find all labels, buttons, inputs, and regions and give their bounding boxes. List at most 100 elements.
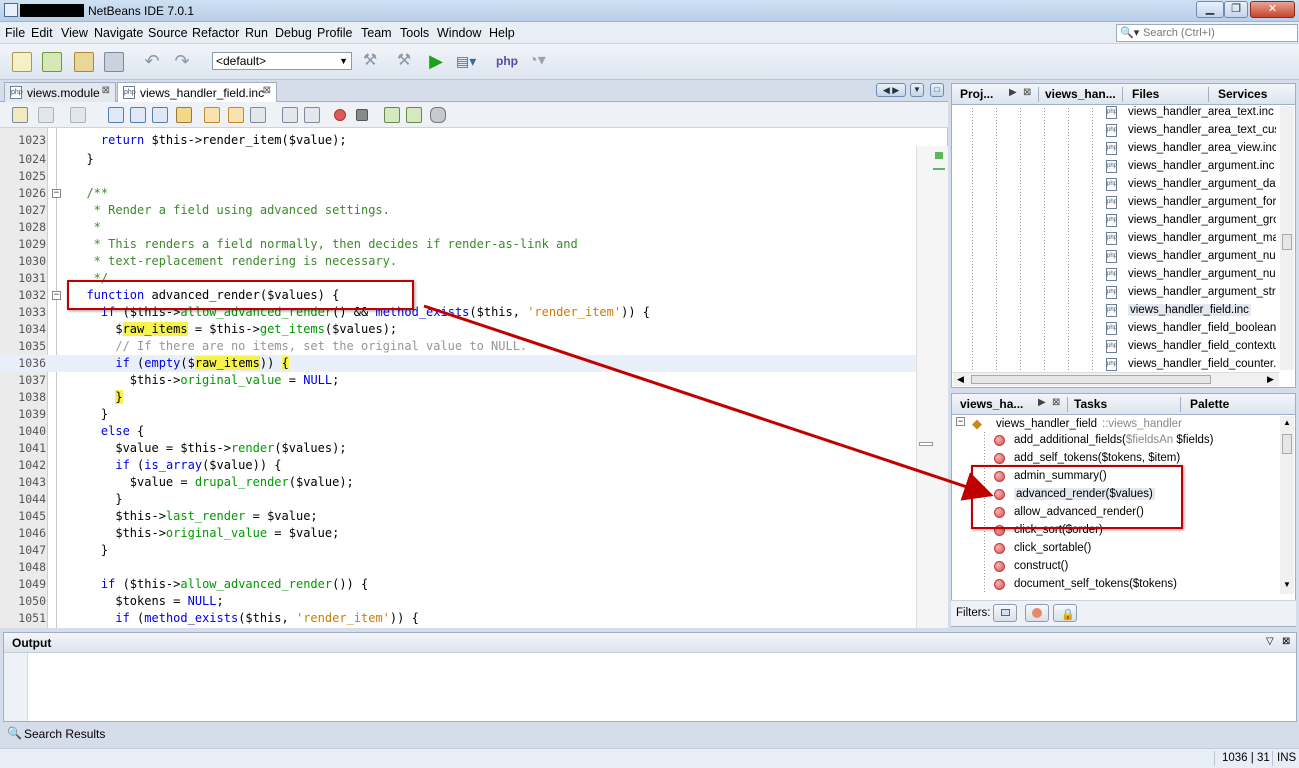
file-item[interactable]: php views_handler_area_text.inc [1106, 104, 1276, 122]
shift-right-icon[interactable] [304, 107, 320, 123]
comment-icon[interactable] [384, 107, 400, 123]
close-tab-icon[interactable]: ⊠ [1052, 397, 1060, 408]
tab-views-module[interactable]: php views.module ⊠ [4, 82, 116, 102]
fold-toggle-icon[interactable]: − [52, 189, 61, 198]
projects-vscrollbar[interactable] [1280, 106, 1294, 370]
scroll-tabs-button[interactable]: ◀ ▶ [876, 83, 906, 97]
tab-navigator-file[interactable]: views_han... [1045, 87, 1116, 101]
find-icon[interactable] [108, 107, 124, 123]
file-item[interactable]: phpviews_handler_area_text_custom.inc [1106, 122, 1276, 140]
scroll-thumb[interactable] [919, 442, 933, 446]
menu-source[interactable]: Source [148, 26, 188, 40]
panel-menu-icon[interactable]: ▽ [1266, 636, 1274, 647]
database-icon[interactable] [430, 107, 446, 123]
code-editor[interactable]: 1023 return $this->render_item($value); … [0, 128, 948, 628]
menu-run[interactable]: Run [245, 26, 268, 40]
file-item-selected[interactable]: php views_handler_field.inc [1106, 302, 1276, 320]
filter-inherited-button[interactable] [1025, 604, 1049, 622]
menu-tools[interactable]: Tools [400, 26, 429, 40]
save-all-icon[interactable] [104, 52, 124, 72]
close-tab-icon[interactable]: ⊠ [102, 85, 110, 96]
menu-help[interactable]: Help [489, 26, 515, 40]
toggle-bookmark-icon[interactable] [250, 107, 266, 123]
fold-toggle-icon[interactable]: − [52, 291, 61, 300]
new-project-icon[interactable] [42, 52, 62, 72]
navigator-root[interactable]: − ◆ views_handler_field::views_handler [956, 416, 1276, 434]
filter-private-button[interactable]: 🔒 [1053, 604, 1077, 622]
file-item[interactable]: phpviews_handler_field_boolean.inc [1106, 320, 1276, 338]
previous-occurrence-icon[interactable] [204, 107, 220, 123]
build-icon[interactable]: ⚒ [360, 52, 380, 72]
tab-navigator[interactable]: views_ha... [960, 397, 1023, 411]
scroll-thumb[interactable] [1282, 234, 1292, 250]
panel-menu-icon[interactable]: ▶ [1038, 397, 1046, 408]
php-icon[interactable]: php [496, 52, 518, 72]
file-item[interactable]: phpviews_handler_field_contextual_links.… [1106, 338, 1276, 356]
menu-refactor[interactable]: Refactor [192, 26, 239, 40]
close-tab-icon[interactable]: ⊠ [1023, 87, 1031, 98]
close-button[interactable]: ✕ [1250, 1, 1295, 18]
menu-edit[interactable]: Edit [31, 26, 53, 40]
navigator-vscrollbar[interactable]: ▲ ▼ [1280, 416, 1294, 594]
profile-icon[interactable]: ◔▾ [527, 52, 547, 72]
file-item[interactable]: phpviews_handler_argument_many_to_one.in… [1106, 230, 1276, 248]
configuration-select[interactable]: <default> ▼ [212, 52, 352, 70]
file-item[interactable]: phpviews_handler_argument_null.inc [1106, 248, 1276, 266]
file-item[interactable]: phpviews_handler_argument_date.inc [1106, 176, 1276, 194]
tab-palette[interactable]: Palette [1190, 397, 1229, 411]
search-results-tab[interactable]: 🔍 Search Results [0, 724, 300, 744]
tab-projects[interactable]: Proj... [960, 87, 993, 101]
run-icon[interactable]: ▶ [426, 52, 446, 72]
menu-window[interactable]: Window [437, 26, 481, 40]
menu-team[interactable]: Team [361, 26, 392, 40]
new-file-icon[interactable] [12, 52, 32, 72]
file-item[interactable]: phpviews_handler_argument_numeric.inc [1106, 266, 1276, 284]
maximize-editor-button[interactable]: □ [930, 83, 944, 97]
clean-build-icon[interactable]: ⚒ [394, 52, 414, 72]
menu-navigate[interactable]: Navigate [94, 26, 143, 40]
redo-icon[interactable]: ↷ [172, 52, 192, 72]
last-edit-icon[interactable] [12, 107, 28, 123]
tab-tasks[interactable]: Tasks [1074, 397, 1107, 411]
tab-services[interactable]: Services [1218, 87, 1267, 101]
search-input[interactable]: 🔍▾ Search (Ctrl+I) [1116, 24, 1298, 42]
menu-view[interactable]: View [61, 26, 88, 40]
scroll-thumb[interactable] [971, 375, 1211, 384]
shift-left-icon[interactable] [282, 107, 298, 123]
editor-scrollbar[interactable] [916, 146, 948, 628]
close-tab-icon[interactable]: ⊠ [263, 85, 271, 96]
close-output-icon[interactable]: ⊠ [1282, 636, 1290, 647]
file-item[interactable]: phpviews_handler_argument_formula.inc [1106, 194, 1276, 212]
file-item[interactable]: php views_handler_argument.inc [1106, 158, 1276, 176]
stop-macro-icon[interactable] [356, 109, 368, 121]
next-occurrence-icon[interactable] [228, 107, 244, 123]
scroll-left-icon[interactable]: ◀ [957, 374, 964, 385]
menu-profile[interactable]: Profile [317, 26, 352, 40]
find-next-icon[interactable] [152, 107, 168, 123]
minimize-button[interactable]: ▁ [1196, 1, 1224, 18]
debug-icon[interactable]: ▤▾ [456, 52, 476, 72]
menu-debug[interactable]: Debug [275, 26, 312, 40]
scroll-up-icon[interactable]: ▲ [1283, 418, 1291, 427]
uncomment-icon[interactable] [406, 107, 422, 123]
tab-views-handler-field[interactable]: php views_handler_field.inc ⊠ [117, 82, 277, 102]
maximize-button[interactable]: ❐ [1224, 1, 1248, 18]
projects-hscrollbar[interactable]: ◀ ▶ [953, 372, 1279, 386]
find-previous-icon[interactable] [130, 107, 146, 123]
file-item[interactable]: phpviews_handler_argument_string.inc [1106, 284, 1276, 302]
undo-icon[interactable]: ↶ [142, 52, 162, 72]
scroll-right-icon[interactable]: ▶ [1267, 374, 1274, 385]
open-project-icon[interactable] [74, 52, 94, 72]
file-item[interactable]: php views_handler_area_view.inc [1106, 140, 1276, 158]
file-item[interactable]: phpviews_handler_argument_group_by_numer… [1106, 212, 1276, 230]
scroll-thumb[interactable] [1282, 434, 1292, 454]
panel-menu-icon[interactable]: ▶ [1009, 87, 1017, 98]
scroll-down-icon[interactable]: ▼ [1283, 580, 1291, 589]
toggle-highlight-icon[interactable] [176, 107, 192, 123]
tab-files[interactable]: Files [1132, 87, 1159, 101]
back-icon[interactable] [38, 107, 54, 123]
filter-fields-button[interactable] [993, 604, 1017, 622]
forward-icon[interactable] [70, 107, 86, 123]
tab-list-button[interactable]: ▼ [910, 83, 924, 97]
collapse-icon[interactable]: − [956, 417, 965, 426]
